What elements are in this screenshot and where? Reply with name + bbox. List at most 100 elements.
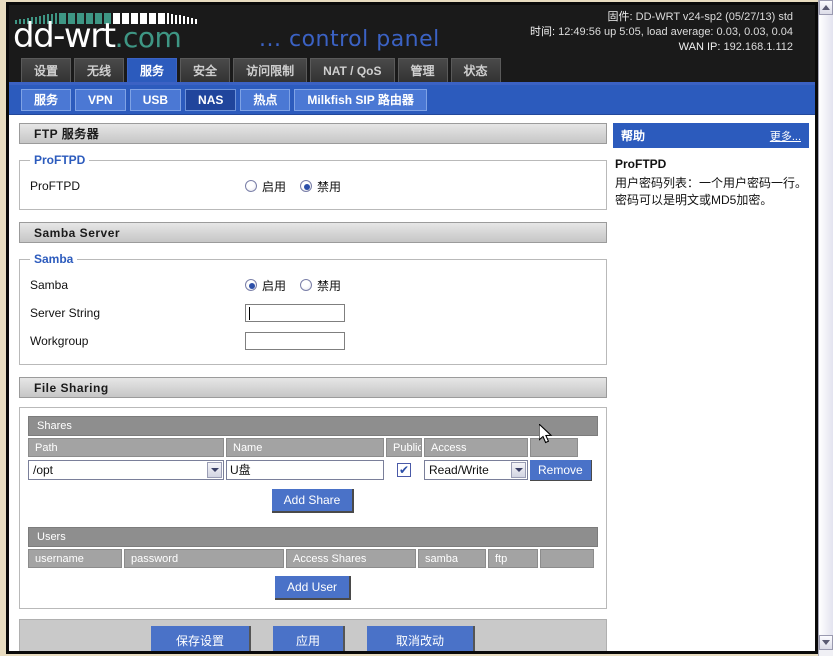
system-info: 固件: DD-WRT v24-sp2 (05/27/13) std 时间: 12… bbox=[530, 10, 793, 55]
radio-indicator bbox=[300, 279, 313, 291]
main-tab-服务[interactable]: 服务 bbox=[127, 58, 178, 82]
ftp-section-header: FTP 服务器 bbox=[19, 123, 607, 144]
proftpd-row: ProFTPD 启用 禁用 bbox=[30, 173, 596, 199]
users-table-caption: Users bbox=[28, 527, 598, 547]
firmware-value: DD-WRT v24-sp2 (05/27/13) std bbox=[635, 11, 793, 23]
cancel-changes-button[interactable]: 取消改动 bbox=[367, 625, 475, 651]
samba-radio-group: 启用 禁用 bbox=[245, 277, 341, 294]
share-public-checkbox[interactable]: ✔ bbox=[397, 463, 411, 477]
chevron-down-icon bbox=[511, 462, 526, 478]
firmware-label: 固件: bbox=[607, 11, 633, 23]
samba-enable-label: 启用 bbox=[262, 278, 287, 293]
remove-share-button[interactable]: Remove bbox=[530, 459, 592, 481]
sub-tab-服务[interactable]: 服务 bbox=[21, 88, 72, 111]
sub-tab-VPN[interactable]: VPN bbox=[75, 88, 126, 111]
main-tab-状态[interactable]: 状态 bbox=[450, 58, 501, 82]
sub-tab-NAS[interactable]: NAS bbox=[185, 88, 237, 111]
chevron-down-icon bbox=[822, 640, 830, 645]
samba-label: Samba bbox=[30, 278, 69, 292]
samba-disable-radio[interactable]: 禁用 bbox=[300, 277, 341, 294]
samba-section-header: Samba Server bbox=[19, 222, 607, 243]
users-column-header: password bbox=[124, 549, 284, 568]
site-logo: dd-wrt.com bbox=[13, 19, 182, 55]
users-column-header: samba bbox=[418, 549, 486, 568]
share-path-select[interactable]: /opt bbox=[28, 460, 224, 480]
scroll-up-button[interactable] bbox=[819, 0, 833, 15]
time-line: 时间: 12:49:56 up 5:05, load average: 0.03… bbox=[530, 25, 793, 40]
add-share-button[interactable]: Add Share bbox=[271, 489, 355, 513]
help-panel: 帮助 更多... ProFTPD 用户密码列表：一个用户密码一行。密码可以是明文… bbox=[607, 115, 815, 651]
shares-column-header bbox=[530, 438, 578, 457]
add-user-button[interactable]: Add User bbox=[274, 576, 352, 600]
scroll-down-button[interactable] bbox=[819, 635, 833, 650]
wan-ip-value: 192.168.1.112 bbox=[723, 41, 793, 53]
radio-indicator bbox=[245, 279, 257, 291]
proftpd-label: ProFTPD bbox=[30, 179, 81, 193]
add-share-row: Add Share bbox=[28, 489, 598, 513]
samba-disable-label: 禁用 bbox=[317, 278, 342, 293]
wan-ip-label: WAN IP: bbox=[678, 41, 721, 53]
workgroup-label: Workgroup bbox=[30, 334, 89, 348]
help-title: 帮助 bbox=[621, 129, 646, 143]
add-user-row: Add User bbox=[28, 576, 598, 600]
page-root: dd-wrt.com ... control panel 固件: DD-WRT … bbox=[0, 0, 833, 656]
shares-header-row: Path Name Public Access bbox=[28, 438, 598, 457]
server-string-row: Server String bbox=[30, 300, 596, 326]
proftpd-enable-radio[interactable]: 启用 bbox=[245, 178, 286, 195]
samba-legend: Samba bbox=[34, 252, 74, 266]
sub-tab-USB[interactable]: USB bbox=[129, 88, 182, 111]
proftpd-disable-radio[interactable]: 禁用 bbox=[300, 178, 341, 195]
browser-scrollbar[interactable] bbox=[818, 0, 833, 656]
sub-tab-Milkfish SIP 路由器[interactable]: Milkfish SIP 路由器 bbox=[294, 88, 427, 111]
shares-column-header: Access bbox=[424, 438, 528, 457]
proftpd-fieldset: ProFTPD ProFTPD 启用 禁用 bbox=[19, 153, 607, 210]
help-topic: ProFTPD bbox=[615, 157, 667, 171]
help-header: 帮助 更多... bbox=[613, 123, 809, 148]
chevron-down-icon bbox=[207, 462, 222, 478]
proftpd-legend: ProFTPD bbox=[34, 153, 86, 167]
firmware-line: 固件: DD-WRT v24-sp2 (05/27/13) std bbox=[530, 10, 793, 25]
users-column-header: username bbox=[28, 549, 122, 568]
server-string-input[interactable] bbox=[245, 304, 345, 322]
radio-indicator bbox=[300, 180, 313, 192]
help-body: ProFTPD 用户密码列表：一个用户密码一行。密码可以是明文或MD5加密。 bbox=[613, 148, 809, 217]
server-string-label: Server String bbox=[30, 306, 101, 320]
sub-tab-bar: 服务 VPN USB NAS 热点 Milkfish SIP 路由器 bbox=[9, 85, 815, 115]
save-settings-button[interactable]: 保存设置 bbox=[151, 625, 251, 651]
shares-column-header: Name bbox=[226, 438, 384, 457]
radio-indicator bbox=[245, 180, 257, 192]
samba-row: Samba 启用 禁用 bbox=[30, 272, 596, 298]
time-value: 12:49:56 up 5:05, load average: 0.03, 0.… bbox=[558, 26, 793, 38]
proftpd-enable-label: 启用 bbox=[262, 179, 287, 194]
help-more-link[interactable]: 更多... bbox=[770, 128, 801, 144]
main-tab-管理[interactable]: 管理 bbox=[397, 58, 448, 82]
apply-button[interactable]: 应用 bbox=[273, 625, 345, 651]
shares-table-caption: Shares bbox=[28, 416, 598, 436]
users-column-header bbox=[540, 549, 594, 568]
main-tab-无线[interactable]: 无线 bbox=[74, 58, 125, 82]
share-remove-cell: Remove bbox=[530, 459, 592, 481]
logo-tick bbox=[195, 18, 197, 24]
main-tab-安全[interactable]: 安全 bbox=[180, 58, 231, 82]
users-column-header: ftp bbox=[488, 549, 538, 568]
shares-column-header: Public bbox=[386, 438, 422, 457]
scrollbar-thumb[interactable] bbox=[819, 15, 833, 635]
page-body: FTP 服务器 ProFTPD ProFTPD 启用 禁用 Samba Serv… bbox=[9, 115, 815, 651]
control-panel-title: ... control panel bbox=[259, 27, 440, 52]
file-sharing-box: Shares Path Name Public Access /opt U盘 ✔ Read/… bbox=[19, 407, 607, 609]
settings-content: FTP 服务器 ProFTPD ProFTPD 启用 禁用 Samba Serv… bbox=[9, 115, 607, 651]
samba-enable-radio[interactable]: 启用 bbox=[245, 277, 286, 294]
share-name-input[interactable]: U盘 bbox=[226, 460, 384, 480]
file-sharing-section-header: File Sharing bbox=[19, 377, 607, 398]
workgroup-input[interactable] bbox=[245, 332, 345, 350]
share-access-select[interactable]: Read/Write bbox=[424, 460, 528, 480]
share-path-cell: /opt bbox=[28, 459, 224, 481]
main-tab-设置[interactable]: 设置 bbox=[21, 58, 72, 82]
workgroup-row: Workgroup bbox=[30, 328, 596, 354]
main-tab-NAT / QoS[interactable]: NAT / QoS bbox=[310, 58, 395, 82]
main-tab-访问限制[interactable]: 访问限制 bbox=[233, 58, 308, 82]
page-header: dd-wrt.com ... control panel 固件: DD-WRT … bbox=[9, 5, 815, 57]
sub-tab-热点[interactable]: 热点 bbox=[240, 88, 291, 111]
chevron-up-icon bbox=[822, 5, 830, 10]
proftpd-radio-group: 启用 禁用 bbox=[245, 178, 341, 195]
